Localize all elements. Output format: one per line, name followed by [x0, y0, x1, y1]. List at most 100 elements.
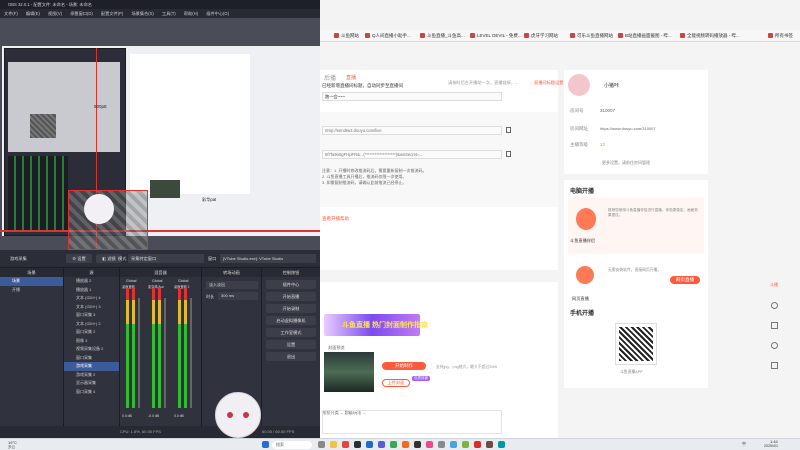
app-icon[interactable] [498, 441, 505, 448]
more-settings-link[interactable]: 更多设置，请前往房间管理 [602, 160, 650, 166]
copy-icon[interactable] [506, 151, 511, 157]
windows-start-icon[interactable] [262, 441, 269, 448]
plugin-center-button[interactable]: 插件中心 [266, 280, 316, 289]
transition-select[interactable]: 淡入淡出 [206, 281, 258, 289]
source-item[interactable]: 播放器 1 [64, 286, 119, 295]
douyu-icon[interactable] [402, 441, 409, 448]
audio-meter [178, 288, 181, 408]
steam-icon[interactable] [366, 441, 373, 448]
app-icon[interactable] [450, 441, 457, 448]
task-view-icon[interactable] [318, 441, 325, 448]
input-lang[interactable]: 中 [742, 441, 746, 447]
sources-header: 源 [64, 268, 119, 277]
tv-icon[interactable] [771, 362, 778, 369]
menu-item[interactable]: 文件(F) [4, 11, 18, 16]
exit-button[interactable]: 退出 [266, 352, 316, 361]
upload-cover-button[interactable]: 上传封面 [382, 379, 410, 387]
description-box[interactable] [322, 410, 502, 434]
room-label: 房间号 [570, 108, 584, 113]
volume-slider[interactable] [164, 298, 166, 408]
source-item[interactable]: 窗口采集 3 [64, 311, 119, 320]
source-item[interactable]: 显示器采集 [64, 379, 119, 388]
preview-canvas[interactable]: 900p8 彩华pat [0, 18, 320, 250]
menu-item[interactable]: 场景集合(S) [131, 11, 153, 16]
start-recording-button[interactable]: 开始录制 [266, 304, 316, 313]
scene-item[interactable]: 开播 [0, 286, 63, 295]
source-item[interactable]: 文本 (GDI+) 3 [64, 303, 119, 312]
volume-slider[interactable] [138, 298, 140, 408]
obs-menubar: 文件(F) 编辑(E) 视图(V) 停靠窗口(D) 配置文件(P) 场景集合(S… [0, 9, 320, 18]
source-item[interactable]: 播放器 2 [64, 277, 119, 286]
bookmark-item[interactable]: 斗鱼网站 [334, 33, 359, 39]
browser-icon[interactable] [342, 441, 349, 448]
app-icon[interactable] [390, 441, 397, 448]
start-cover-button[interactable]: 开始制作 [382, 362, 426, 370]
properties-button[interactable]: ⚙ 设置 [66, 254, 92, 263]
search-box[interactable]: 搜索 [272, 441, 312, 449]
duration-input[interactable]: 300 ms [218, 292, 258, 300]
app-icon[interactable] [438, 441, 445, 448]
stream-key-field[interactable]: 6f7fa9n0gFHpFR&...(*******************)&… [322, 150, 502, 159]
bookmark-item[interactable]: LEVEL DEVIL - 免费... [470, 33, 522, 39]
source-item[interactable]: 图像 3 [64, 337, 119, 346]
play-icon[interactable] [771, 302, 778, 309]
menu-item[interactable]: 帮助(H) [184, 11, 198, 16]
source-item[interactable]: 视频采集设备 2 [64, 345, 119, 354]
help-link[interactable]: 查看开播帮助 [322, 216, 349, 222]
file-explorer-icon[interactable] [330, 441, 337, 448]
clock-date[interactable]: 2025/4/1 [764, 444, 778, 448]
edit-icon[interactable] [771, 322, 778, 329]
floating-toolbar: 斗播 [768, 282, 782, 382]
float-item[interactable]: 斗播 [770, 282, 778, 288]
app-icon[interactable] [486, 441, 493, 448]
virtual-camera-button[interactable]: 启动虚拟摄像机 [266, 316, 316, 325]
source-item[interactable]: 窗口采集 4 [64, 388, 119, 397]
source-item[interactable]: 游戏采集 2 [64, 371, 119, 380]
tab-live[interactable]: 直播 [346, 74, 356, 81]
user-avatar[interactable] [568, 74, 590, 96]
window-select[interactable]: [VTube Studio.exe]: VTube Studio [220, 254, 316, 263]
title-input[interactable]: 跑一会~~~ [322, 92, 502, 101]
menu-item[interactable]: 编辑(E) [26, 11, 40, 16]
mode-select[interactable]: 采集特定窗口 [128, 254, 204, 263]
studio-mode-button[interactable]: 工作室模式 [266, 328, 316, 337]
bookmark-item[interactable]: 可乐斗鱼直播网站 [570, 33, 613, 39]
menu-item[interactable]: 插件中心(G) [206, 11, 229, 16]
menu-item[interactable]: 视图(V) [48, 11, 62, 16]
bookmark-item[interactable]: 虎牙学习网站 [524, 33, 558, 39]
app-icon[interactable] [462, 441, 469, 448]
web-live-button[interactable]: 网页直播 [670, 276, 700, 284]
settings-button[interactable]: 设置 [266, 340, 316, 349]
bookmark-item[interactable]: B站直播画面截图 - 哔... [618, 33, 672, 39]
source-item[interactable]: 窗口采集 2 [64, 328, 119, 337]
web-desc: 无需安装软件，直接网页开播。 [608, 268, 662, 272]
bookmark-item[interactable]: 所有书签 [768, 33, 793, 39]
app-icon[interactable] [426, 441, 433, 448]
edit-title-link[interactable]: 直播间标题设置 [534, 80, 563, 86]
menu-item[interactable]: 工具(T) [162, 11, 176, 16]
scenes-header: 场景 [0, 268, 63, 277]
copy-icon[interactable] [506, 127, 511, 133]
bookmark-item[interactable]: 斗鱼直播_斗鱼高... [420, 33, 465, 39]
bookmark-item[interactable]: 全能视频转码播放器 - 哔... [680, 33, 740, 39]
app-icon[interactable] [474, 441, 481, 448]
help-icon[interactable] [771, 342, 778, 349]
app-icon[interactable] [414, 441, 421, 448]
menu-item[interactable]: 停靠窗口(D) [70, 11, 93, 16]
obs-taskbar-icon[interactable] [354, 441, 361, 448]
app-icon[interactable] [378, 441, 385, 448]
source-item[interactable]: 文本 (GDI+) 4 [64, 294, 119, 303]
preview-label: 彩华pat [202, 197, 217, 202]
source-item[interactable]: 窗口采集 [64, 354, 119, 363]
source-item[interactable]: 文本 (GDI+) 2 [64, 320, 119, 329]
vtuber-avatar-head [84, 194, 114, 224]
menu-item[interactable]: 配置文件(P) [101, 11, 123, 16]
cover-guide-banner[interactable]: 斗鱼直播 热门封面制作指南 [324, 314, 428, 336]
start-streaming-button[interactable]: 开始直播 [266, 292, 316, 301]
scene-item[interactable]: 场景 [0, 277, 63, 286]
volume-slider[interactable] [190, 298, 192, 408]
stream-url-field[interactable]: rtmp://sendtw3.douyu.com/live [322, 126, 502, 135]
source-item[interactable]: 游戏采集 [64, 362, 119, 371]
bookmark-item[interactable]: Q人间直播小助手... [365, 33, 411, 39]
cover-note: 支持jpg、png格式，最大不超过2MB [436, 365, 497, 369]
